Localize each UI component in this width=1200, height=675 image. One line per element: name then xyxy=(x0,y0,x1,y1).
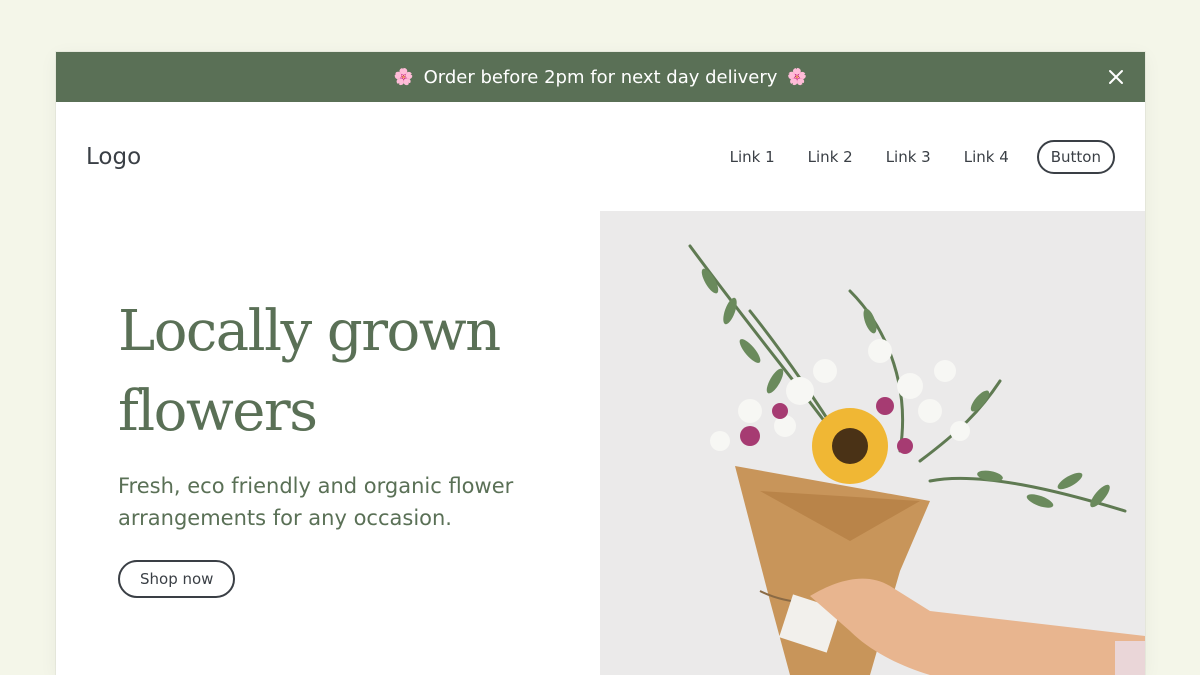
nav-link-1[interactable]: Link 1 xyxy=(730,148,775,166)
nav-link-3[interactable]: Link 3 xyxy=(886,148,931,166)
hero-subtext: Fresh, eco friendly and organic flower a… xyxy=(118,474,514,530)
flower-emoji-left: 🌸 xyxy=(393,67,414,86)
nav-links: Link 1 Link 2 Link 3 Link 4 Button xyxy=(730,140,1115,174)
shop-now-button[interactable]: Shop now xyxy=(118,560,236,598)
page-frame: 🌸 Order before 2pm for next day delivery… xyxy=(56,52,1145,675)
announcement-banner: 🌸 Order before 2pm for next day delivery… xyxy=(56,52,1145,102)
bouquet-illustration xyxy=(600,211,1145,675)
hero-headline: Locally grown flowers xyxy=(118,292,588,452)
nav-link-4[interactable]: Link 4 xyxy=(964,148,1009,166)
close-icon[interactable] xyxy=(1105,66,1127,88)
flower-emoji-right: 🌸 xyxy=(787,67,808,86)
nav-button[interactable]: Button xyxy=(1036,140,1115,174)
sunflower xyxy=(812,408,888,484)
banner-text: Order before 2pm for next day delivery xyxy=(423,66,778,88)
hero-image xyxy=(600,211,1145,675)
logo[interactable]: Logo xyxy=(86,144,141,170)
headline-line-2: flowers xyxy=(118,379,318,444)
headline-line-1: Locally grown xyxy=(118,299,501,364)
top-navigation: Logo Link 1 Link 2 Link 3 Link 4 Button xyxy=(56,102,1145,212)
hero-text: Locally grown flowers Fresh, eco friendl… xyxy=(118,292,588,598)
nav-link-2[interactable]: Link 2 xyxy=(808,148,853,166)
